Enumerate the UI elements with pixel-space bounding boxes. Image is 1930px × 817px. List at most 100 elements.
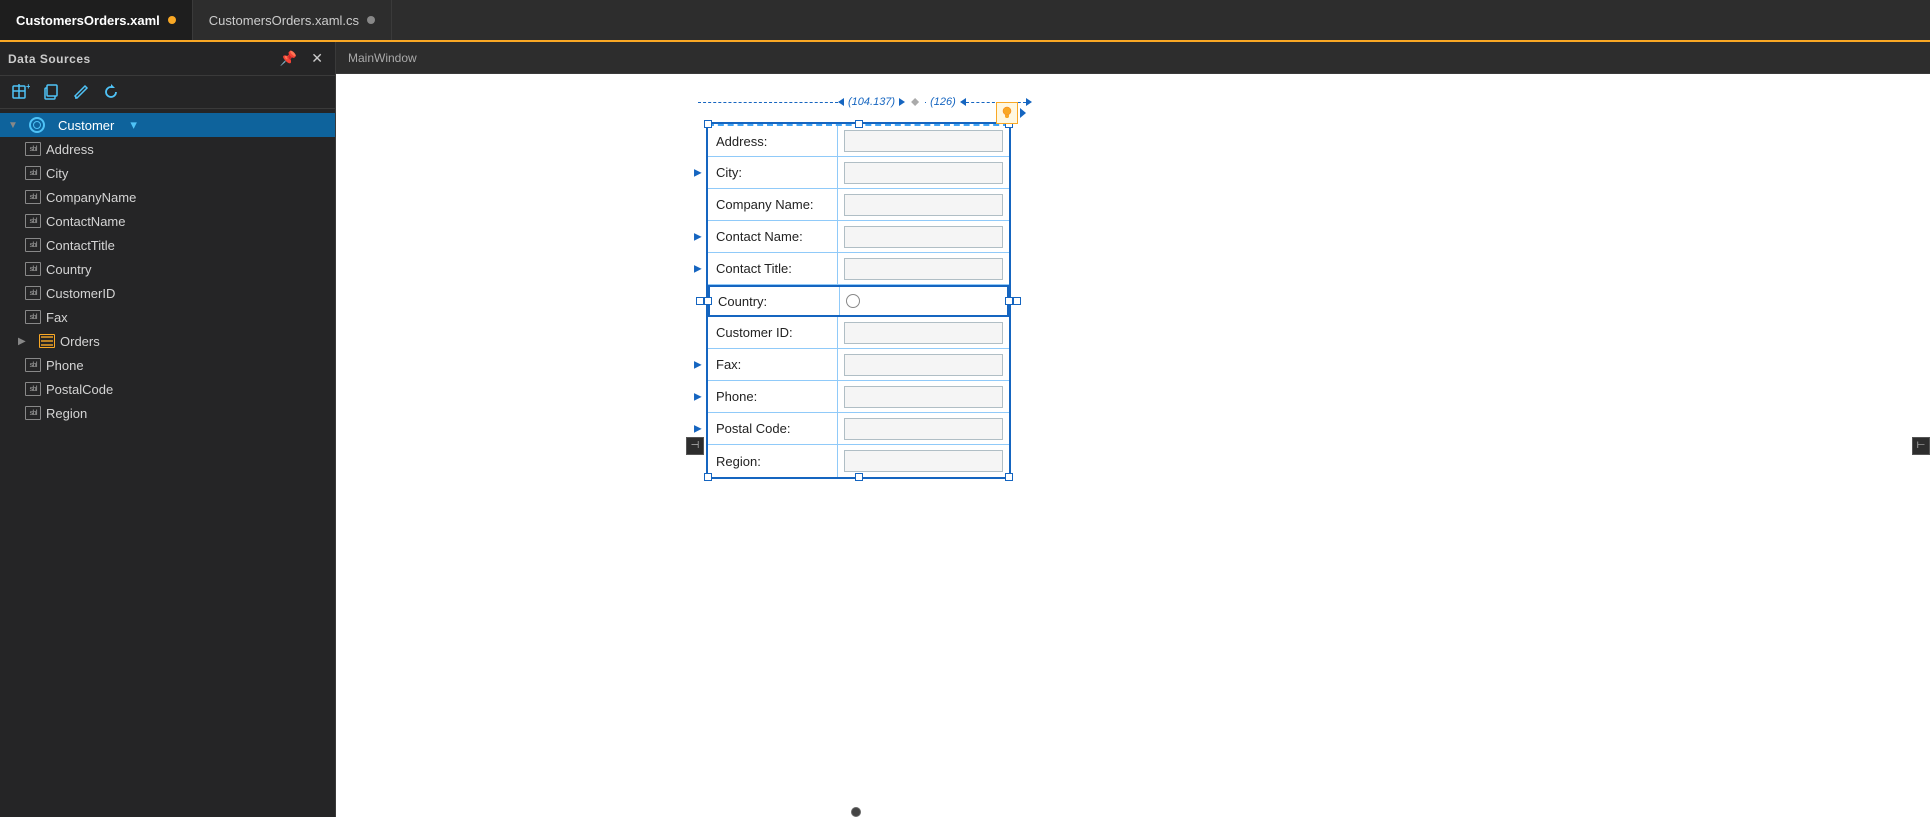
tree-label-city: City — [46, 166, 68, 181]
handle-tl[interactable] — [704, 120, 712, 128]
tree-item-postalcode[interactable]: sbl PostalCode — [0, 377, 335, 401]
form-row-companyname: Company Name: — [708, 189, 1009, 221]
form-row-phone: ▶ Phone: — [708, 381, 1009, 413]
handle-bm[interactable] — [855, 473, 863, 481]
form-input-wrap-contactname — [838, 221, 1009, 252]
form-row-address: Address: — [708, 124, 1009, 157]
tree-label-region: Region — [46, 406, 87, 421]
tab-xaml-cs-dot — [367, 16, 375, 24]
data-source-tree: ▼ Customer ▾ sbl Address sbl City — [0, 109, 335, 817]
tab-xaml-label: CustomersOrders.xaml — [16, 13, 160, 28]
tree-item-country[interactable]: sbl Country — [0, 257, 335, 281]
form-input-region[interactable] — [844, 450, 1003, 472]
form-label-country: Country: — [710, 287, 840, 315]
customer-datasource-icon — [28, 116, 46, 134]
handle-br[interactable] — [1005, 473, 1013, 481]
form-input-fax[interactable] — [844, 354, 1003, 376]
design-canvas[interactable]: (104.137) (126) — [336, 74, 1930, 817]
tree-item-contacttitle[interactable]: sbl ContactTitle — [0, 233, 335, 257]
customer-dropdown-arrow[interactable]: ▾ — [130, 117, 137, 133]
country-field-icon: sbl — [24, 260, 42, 278]
handle-ml[interactable] — [704, 297, 712, 305]
form-radio-country[interactable] — [846, 294, 860, 308]
refresh-datasource-button[interactable] — [98, 81, 124, 103]
form-input-address[interactable] — [844, 130, 1003, 152]
tree-item-phone[interactable]: sbl Phone — [0, 353, 335, 377]
tab-bar: CustomersOrders.xaml CustomersOrders.xam… — [0, 0, 1930, 42]
fax-field-icon: sbl — [24, 308, 42, 326]
handle-bl[interactable] — [704, 473, 712, 481]
tree-label-customerid: CustomerID — [46, 286, 115, 301]
sidebar-header: Data Sources 📌 ✕ — [0, 42, 335, 76]
form-input-wrap-address — [838, 126, 1009, 156]
right-resize-handle[interactable]: ⊢ — [1912, 437, 1930, 455]
smart-tag-area — [996, 102, 1026, 124]
data-sources-panel: Data Sources 📌 ✕ + — [0, 42, 336, 817]
pin-icon[interactable]: 📌 — [276, 48, 301, 69]
country-row-right-handle[interactable] — [1013, 297, 1021, 305]
edit-datasource-button[interactable] — [68, 81, 94, 103]
dimension-right-label: (126) — [930, 96, 956, 108]
left-resize-handle[interactable]: ⊣ — [686, 437, 704, 455]
tree-item-companyname[interactable]: sbl CompanyName — [0, 185, 335, 209]
smart-tag-button[interactable] — [996, 102, 1018, 124]
tree-item-customer[interactable]: ▼ Customer ▾ — [0, 113, 335, 137]
address-field-icon: sbl — [24, 140, 42, 158]
nav-arrow-contactname: ▶ — [694, 231, 702, 242]
tab-xaml-cs[interactable]: CustomersOrders.xaml.cs — [193, 0, 392, 40]
svg-text:+: + — [26, 83, 30, 91]
form-input-companyname[interactable] — [844, 194, 1003, 216]
tab-xaml[interactable]: CustomersOrders.xaml — [0, 0, 193, 40]
form-input-phone[interactable] — [844, 386, 1003, 408]
form-label-companyname: Company Name: — [708, 189, 838, 220]
tree-item-region[interactable]: sbl Region — [0, 401, 335, 425]
tree-label-contacttitle: ContactTitle — [46, 238, 115, 253]
form-input-contactname[interactable] — [844, 226, 1003, 248]
handle-mr[interactable] — [1005, 297, 1013, 305]
form-input-contacttitle[interactable] — [844, 258, 1003, 280]
tree-label-contactname: ContactName — [46, 214, 125, 229]
tree-label-companyname: CompanyName — [46, 190, 136, 205]
handle-tm[interactable] — [855, 120, 863, 128]
country-row-left-handle[interactable] — [696, 297, 704, 305]
tree-label-postalcode: PostalCode — [46, 382, 113, 397]
form-panel[interactable]: Address: ▶ City: Company Name: — [706, 122, 1011, 479]
designer-area: MainWindow (104.137) — [336, 42, 1930, 817]
sidebar-title: Data Sources — [8, 52, 91, 66]
form-input-customerid[interactable] — [844, 322, 1003, 344]
main-window-label: MainWindow — [348, 51, 417, 65]
nav-arrow-contacttitle: ▶ — [694, 263, 702, 274]
form-row-customerid: Customer ID: — [708, 317, 1009, 349]
form-input-wrap-phone — [838, 381, 1009, 412]
form-label-contacttitle: Contact Title: — [708, 253, 838, 284]
dimension-left-label: (104.137) — [848, 96, 895, 108]
add-datasource-button[interactable]: + — [8, 81, 34, 103]
tree-label-country: Country — [46, 262, 92, 277]
phone-field-icon: sbl — [24, 356, 42, 374]
form-row-country: Country: — [708, 285, 1009, 317]
nav-arrow-phone: ▶ — [694, 391, 702, 402]
form-input-city[interactable] — [844, 162, 1003, 184]
tree-label-fax: Fax — [46, 310, 68, 325]
tree-item-address[interactable]: sbl Address — [0, 137, 335, 161]
copy-datasource-button[interactable] — [38, 81, 64, 103]
tree-item-contactname[interactable]: sbl ContactName — [0, 209, 335, 233]
customerid-field-icon: sbl — [24, 284, 42, 302]
form-input-wrap-city — [838, 157, 1009, 188]
form-row-contactname: ▶ Contact Name: — [708, 221, 1009, 253]
tree-item-fax[interactable]: sbl Fax — [0, 305, 335, 329]
dimension-line-area: (104.137) (126) — [698, 92, 1032, 112]
tree-item-orders[interactable]: ▶ Orders — [0, 329, 335, 353]
form-input-postalcode[interactable] — [844, 418, 1003, 440]
form-label-city: City: — [708, 157, 838, 188]
city-field-icon: sbl — [24, 164, 42, 182]
tab-xaml-dot — [168, 16, 176, 24]
tree-item-customerid[interactable]: sbl CustomerID — [0, 281, 335, 305]
tree-item-city[interactable]: sbl City — [0, 161, 335, 185]
form-input-wrap-fax — [838, 349, 1009, 380]
close-panel-icon[interactable]: ✕ — [307, 48, 327, 69]
sidebar-toolbar: + — [0, 76, 335, 109]
tree-expand-customer[interactable]: ▼ — [8, 120, 24, 131]
companyname-field-icon: sbl — [24, 188, 42, 206]
tree-expand-orders[interactable]: ▶ — [18, 336, 34, 347]
